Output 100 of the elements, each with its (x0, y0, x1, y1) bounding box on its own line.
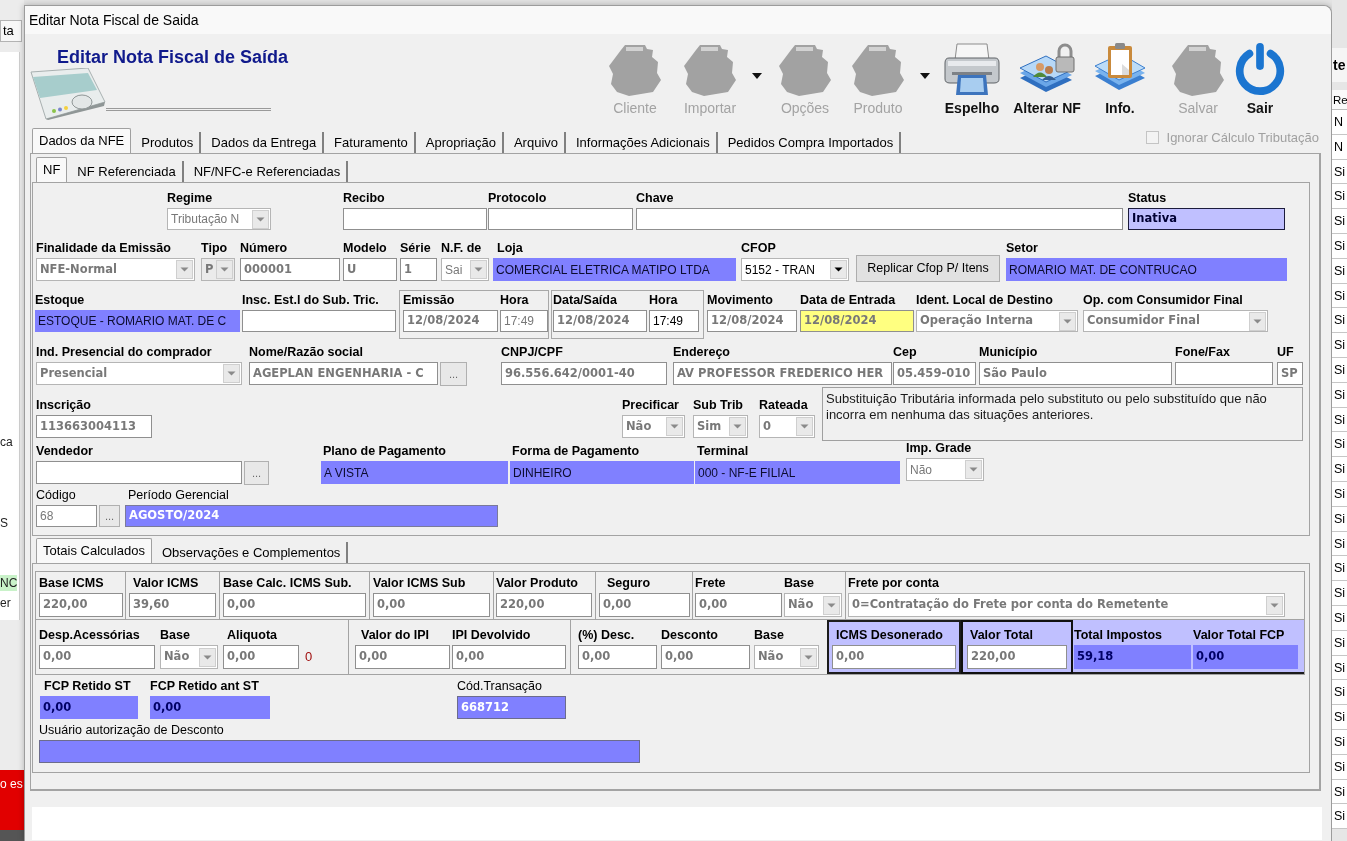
imp-grade-label: Imp. Grade (906, 441, 972, 455)
text-fragment: ca (0, 434, 13, 450)
vendedor-field[interactable] (36, 461, 242, 484)
grid-cell: Si (1332, 357, 1347, 383)
form-title: Editar Nota Fiscal de Saída (57, 46, 289, 68)
forma-pagamento-field[interactable]: DINHEIRO (510, 461, 694, 484)
grid-cell: Si (1332, 432, 1347, 458)
terminal-field[interactable]: 000 - NF-E FILIAL (695, 461, 900, 484)
printer-icon (944, 42, 1000, 96)
inscricao-label: Inscrição (36, 398, 91, 412)
periodo-gerencial-label: Período Gerencial (127, 488, 229, 502)
power-icon (1235, 42, 1285, 96)
grid-cell: Si (1332, 283, 1347, 309)
silhouette-icon (779, 42, 831, 96)
silhouette-icon (1172, 42, 1224, 96)
base-calc-icms-sub-label: Base Calc. ICMS Sub. (223, 576, 352, 590)
grid-cell: Si (1332, 581, 1347, 606)
valor-icms-label: Valor ICMS (132, 576, 199, 590)
emissao-hora-label: Hora (500, 293, 529, 307)
serie-label: Série (400, 241, 431, 255)
toolbar-button[interactable]: Alterar NF (1008, 34, 1086, 123)
plano-pagamento-label: Plano de Pagamento (322, 444, 446, 458)
desp-base-label: Base (160, 628, 190, 642)
fone-fax-field[interactable] (1175, 362, 1273, 385)
column-header: Re (1332, 90, 1347, 110)
grid-cell: Si (1332, 407, 1347, 433)
frete-por-conta-label: Frete por conta (848, 576, 939, 590)
setor-label: Setor (1006, 241, 1038, 255)
panel-title: te (1332, 48, 1347, 82)
recibo-field[interactable] (343, 208, 487, 230)
toolbar-button[interactable]: Espelho (938, 34, 1006, 123)
movimento-label: Movimento (707, 293, 773, 307)
estoque-field[interactable]: ESTOQUE - ROMARIO MAT. DE C (35, 310, 240, 332)
saida-hora-label: Hora (649, 293, 678, 307)
saida-hora-field[interactable]: 17:49 (649, 310, 699, 332)
background-tab[interactable]: ta (0, 20, 22, 42)
total-impostos-field[interactable]: 59,18 (1074, 645, 1191, 669)
note-box: Substituição Tributária informada pelo substituto ou pelo substituído que não incorra em nenhuma das situações anteriores. (822, 387, 1303, 441)
frete-label: Frete (695, 576, 726, 590)
desp-acessorias-label: Desp.Acessórias (39, 628, 140, 642)
base-icms-label: Base ICMS (39, 576, 104, 590)
grid-cell: Si (1332, 258, 1347, 284)
grid-cell: Si (1332, 481, 1347, 507)
cod-transacao-field[interactable]: 668712 (457, 696, 566, 719)
grid-cell: Si (1332, 457, 1347, 482)
rateada-label: Rateada (759, 398, 808, 412)
total-impostos-label: Total Impostos (1074, 628, 1162, 642)
vendedor-label: Vendedor (36, 444, 93, 458)
toolbar-button[interactable]: Sair (1230, 34, 1290, 123)
ind-presencial-label: Ind. Presencial do comprador (36, 345, 212, 359)
ident-local-destino-label: Ident. Local de Destino (916, 293, 1053, 307)
text-fragment: S (0, 515, 8, 531)
estoque-label: Estoque (35, 293, 85, 307)
valor-ipi-label: Valor do IPI (360, 628, 430, 642)
grid-cell: Si (1332, 605, 1347, 631)
precificar-label: Precificar (622, 398, 679, 412)
browse-button[interactable]: ... (244, 461, 269, 485)
grid-cell: Si (1332, 705, 1347, 730)
cfop-label: CFOP (741, 241, 776, 255)
recibo-label: Recibo (343, 191, 385, 205)
valor-icms-sub-label: Valor ICMS Sub (373, 576, 466, 590)
fcp-retido-st-field[interactable]: 0,00 (40, 696, 138, 719)
tab[interactable]: NF (36, 157, 68, 182)
protocolo-label: Protocolo (488, 191, 547, 205)
cod-transacao-label: Cód.Transação (457, 679, 542, 693)
aliquota-label: Aliquota (226, 628, 277, 642)
grid-cell: Si (1332, 804, 1347, 830)
grid-cell: Si (1332, 779, 1347, 805)
valor-total-fcp-field[interactable]: 0,00 (1193, 645, 1298, 669)
tab[interactable]: Totais Calculados (36, 538, 152, 563)
status-field[interactable]: Inativa (1128, 208, 1285, 230)
silhouette-icon (609, 42, 661, 96)
protocolo-field[interactable] (488, 208, 633, 230)
toolbar-button[interactable]: Info. (1088, 34, 1152, 123)
plano-pagamento-field[interactable]: A VISTA (321, 461, 508, 484)
loja-field[interactable]: COMERCIAL ELETRICA MATIPO LTDA (493, 258, 736, 281)
tab[interactable]: Dados da NFE (32, 128, 132, 153)
valor-total-label: Valor Total (969, 628, 1033, 642)
finalidade-label: Finalidade da Emissão (36, 241, 171, 255)
dark-bar (0, 830, 24, 841)
fcp-retido-ant-st-field[interactable]: 0,00 (150, 696, 270, 719)
fcp-retido-st-label: FCP Retido ST (43, 679, 131, 693)
ipi-devolvido-label: IPI Devolvido (452, 628, 531, 642)
usuario-autorizacao-label: Usuário autorização de Desconto (39, 723, 224, 737)
silhouette-icon (684, 42, 736, 96)
grid-cell: Si (1332, 754, 1347, 780)
setor-field[interactable]: ROMARIO MAT. DE CONTRUCAO (1006, 258, 1287, 281)
data-entrada-label: Data de Entrada (800, 293, 896, 307)
nome-label: Nome/Razão social (249, 345, 363, 359)
grid-cell: Si (1332, 556, 1347, 582)
chave-field[interactable] (636, 208, 1123, 230)
periodo-gerencial-field[interactable]: AGOSTO/2024 (125, 505, 498, 527)
usuario-autorizacao-field[interactable] (39, 740, 640, 763)
text-fragment: NC (0, 575, 18, 591)
numero-label: Número (240, 241, 288, 255)
cfop-dropdown[interactable]: 5152 - TRAN (741, 258, 849, 281)
emissao-label: Emissão (403, 293, 455, 307)
replicar-cfop-button[interactable]: Replicar Cfop P/ Itens (856, 255, 1000, 282)
insc-sub-trib-field[interactable] (242, 310, 396, 332)
forma-pagamento-label: Forma de Pagamento (511, 444, 640, 458)
